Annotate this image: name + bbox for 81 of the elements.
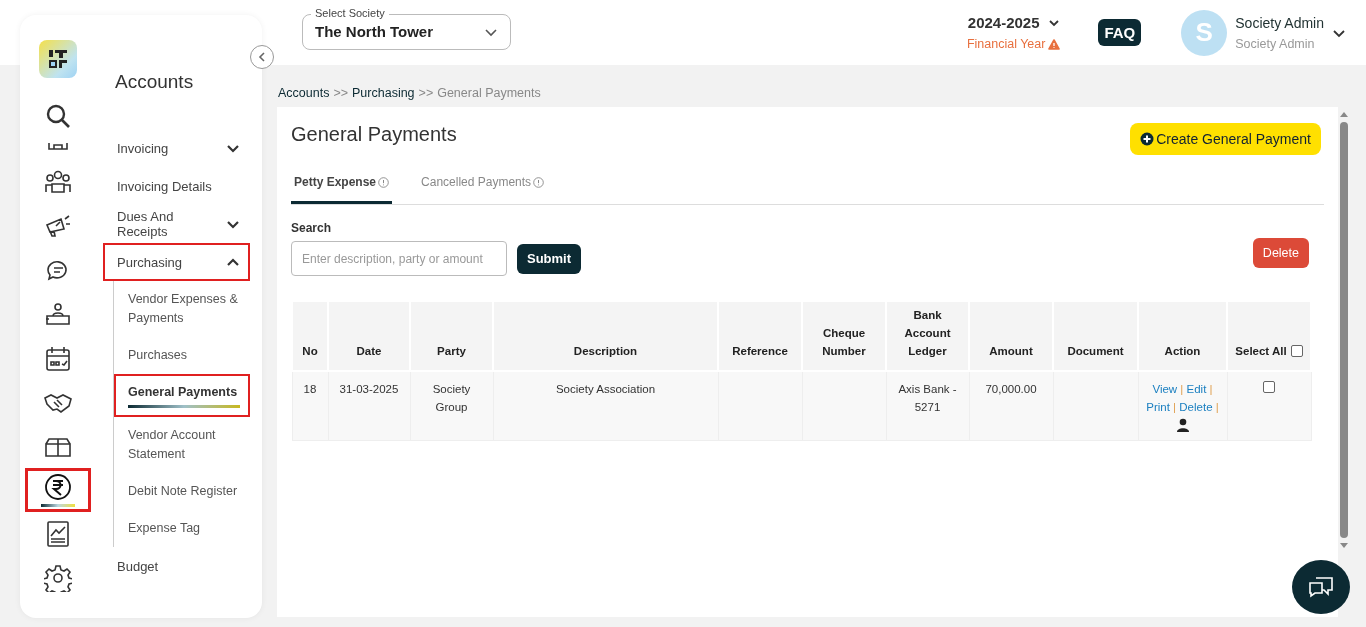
select-all-checkbox[interactable] [1290, 345, 1303, 357]
sidebar-title: Accounts [115, 71, 195, 93]
avatar: S [1181, 9, 1228, 56]
faq-button[interactable]: FAQ [1098, 19, 1142, 46]
column-header: Reference [718, 301, 802, 371]
submenu-item[interactable]: Debit Note Register [114, 473, 250, 510]
breadcrumb-link[interactable]: Accounts [278, 86, 330, 100]
year-dropdown[interactable]: 2024-2025 [967, 14, 1060, 31]
plus-circle-icon [1140, 132, 1155, 146]
sidebar-item[interactable]: Dues And Receipts [103, 205, 250, 243]
field-label: Select Society [311, 6, 389, 19]
sidebar-item[interactable]: Purchasing [103, 243, 250, 281]
submenu-item[interactable]: Vendor Expenses & Payments [114, 281, 250, 337]
active-indicator [40, 504, 75, 507]
separator: | [1209, 383, 1213, 395]
table-cell: Society Association [493, 371, 718, 441]
column-header: Action [1138, 301, 1227, 371]
breadcrumb-separator: >> [333, 86, 349, 100]
breadcrumb-current: General Payments [437, 86, 541, 100]
separator: | [1173, 401, 1177, 413]
search-field[interactable]: Enter description, party or amount [291, 241, 507, 276]
tab[interactable]: Cancelled Payments [418, 169, 548, 204]
breadcrumb-separator: >> [418, 86, 434, 100]
column-header: Description [493, 301, 718, 371]
submenu-item[interactable]: Expense Tag [114, 510, 250, 547]
submenu-item[interactable]: Purchases [114, 337, 250, 374]
page-title: General Payments [291, 123, 457, 146]
table-cell: 31-03-2025 [328, 371, 410, 441]
warning-icon [1048, 38, 1061, 50]
separator: | [1215, 401, 1219, 413]
reception-icon[interactable] [43, 302, 72, 326]
info-icon [533, 176, 545, 188]
financial-year-label: Financial Year [966, 37, 1046, 51]
column-header: Document [1053, 301, 1138, 371]
scrollbar[interactable] [1338, 111, 1350, 549]
column-header: Party [410, 301, 493, 371]
rupee-icon[interactable] [43, 473, 72, 501]
calendar-icon[interactable] [43, 344, 72, 372]
sidebar-item[interactable]: Invoicing [103, 129, 250, 167]
megaphone-icon[interactable] [43, 213, 72, 239]
people-icon[interactable] [43, 170, 72, 194]
separator: | [1180, 383, 1184, 395]
action-link[interactable]: Print [1146, 401, 1170, 413]
table-cell: Society Group [410, 371, 493, 441]
user-icon[interactable] [1175, 418, 1190, 432]
chat-icon [1307, 574, 1335, 600]
submenu-item[interactable]: Vendor Account Statement [114, 417, 250, 473]
table-cell: 18 [292, 371, 328, 441]
table-cell: Axis Bank - 5271 [886, 371, 969, 441]
column-header: Date [328, 301, 410, 371]
sidebar-item[interactable]: Budget [103, 547, 250, 585]
submit-button[interactable]: Submit [517, 243, 582, 274]
table-cell: 70,000.00 [969, 371, 1053, 441]
column-header: Bank Account Ledger [886, 301, 969, 371]
submenu-item[interactable]: General Payments [114, 374, 250, 417]
building-icon[interactable] [46, 141, 69, 150]
user-name: Society Admin [1235, 14, 1324, 31]
chevron-down-icon [1047, 17, 1060, 28]
search-icon[interactable] [44, 103, 71, 129]
sidebar-item[interactable]: Invoicing Details [103, 167, 250, 205]
user-role: Society Admin [1235, 36, 1316, 51]
column-header: Select All [1235, 344, 1287, 359]
breadcrumb-link[interactable]: Purchasing [352, 86, 415, 100]
action-link[interactable]: Edit [1186, 383, 1207, 395]
tab[interactable]: Petty Expense [291, 169, 393, 204]
action-link[interactable]: View [1152, 383, 1178, 395]
column-header: No [292, 301, 328, 371]
create-button[interactable]: Create General Payment [1130, 123, 1321, 155]
settings-icon[interactable] [43, 564, 72, 592]
scroll-down-icon[interactable] [1339, 542, 1349, 549]
row-checkbox[interactable] [1263, 381, 1275, 393]
delete-button[interactable]: Delete [1252, 238, 1309, 268]
app-logo-icon [38, 40, 77, 78]
action-link[interactable]: Delete [1179, 401, 1213, 413]
chevron-left-icon [257, 51, 267, 63]
column-header: Cheque Number [802, 301, 886, 371]
field-label: Search [291, 221, 333, 235]
info-icon [378, 176, 390, 188]
collapse-button[interactable] [250, 45, 274, 69]
column-header: Amount [969, 301, 1053, 371]
scroll-up-icon[interactable] [1339, 111, 1349, 118]
